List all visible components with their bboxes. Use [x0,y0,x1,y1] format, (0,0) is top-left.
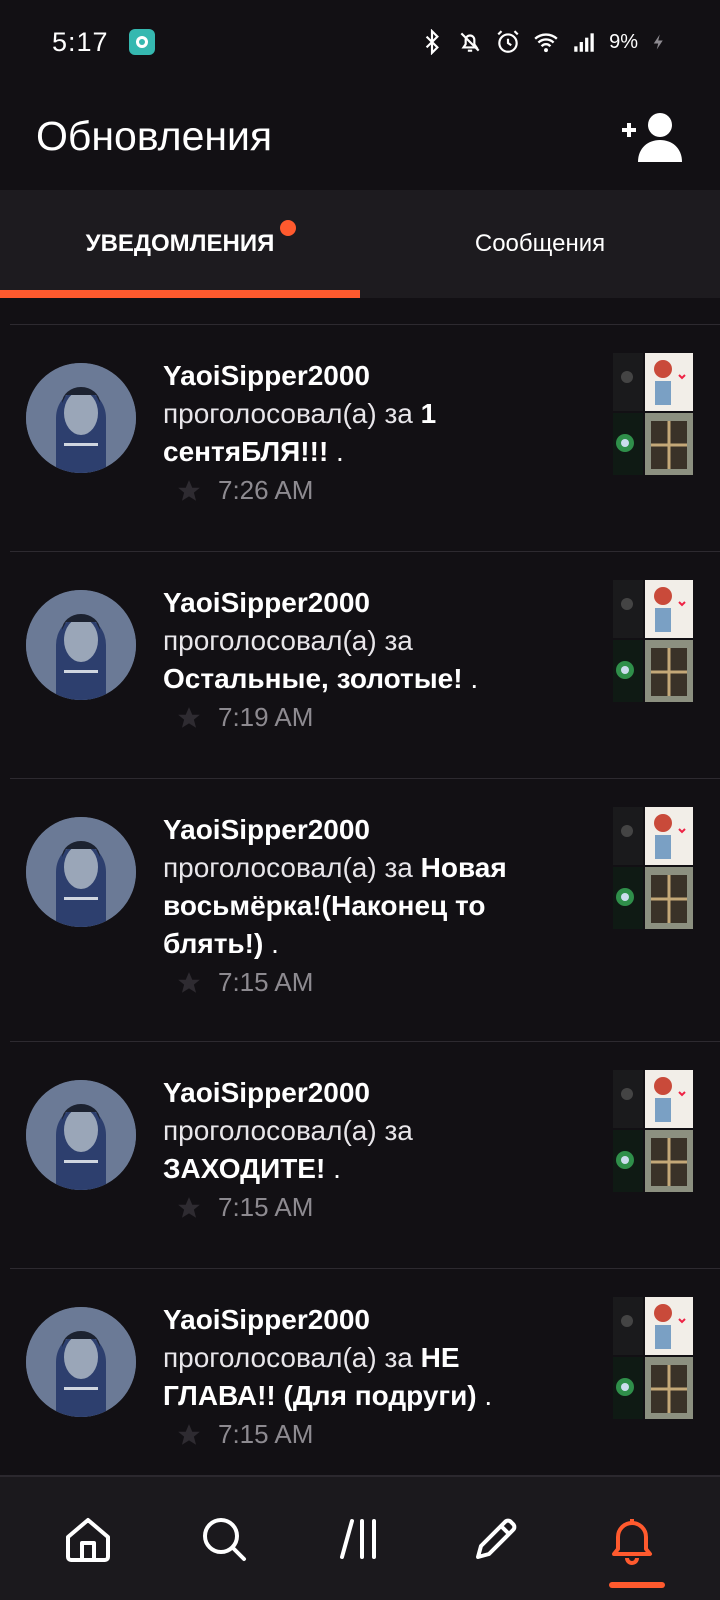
action-text: проголосовал(а) за [163,852,413,883]
tab-messages-label: Сообщения [474,230,606,257]
notification-item[interactable]: YaoiSipper2000 проголосовал(а) за Новая … [0,779,720,1041]
write-icon [476,1518,517,1559]
action-text: проголосовал(а) за [163,1115,413,1146]
notification-item[interactable]: YaoiSipper2000 проголосовал(а) за ЗАХОДИ… [0,1042,720,1268]
notification-item[interactable]: YaoiSipper2000 проголосовал(а) за НЕ ГЛА… [0,1269,720,1495]
star-icon [178,1423,200,1445]
notification-meta: 7:19 AM [176,702,313,733]
tab-notifications[interactable]: УВЕДОМЛЕНИЯ [0,190,360,298]
notification-text: YaoiSipper2000 проголосовал(а) за 1 сент… [163,357,573,471]
story-cover-thumbnail[interactable] [613,1297,693,1421]
avatar[interactable] [26,1307,136,1417]
story-title[interactable]: Остальные, золотые! [163,663,463,694]
username[interactable]: YaoiSipper2000 [163,584,573,622]
bell-off-icon [460,32,480,52]
timestamp: 7:19 AM [218,702,314,732]
text-suffix: . [462,663,479,694]
notification-meta: 7:15 AM [176,967,313,998]
bluetooth-icon [425,29,440,55]
battery-level: 9% [609,30,638,53]
status-time: 5:17 [52,26,109,57]
username[interactable]: YaoiSipper2000 [163,1074,573,1112]
search-icon [203,1517,246,1561]
star-icon [178,971,200,993]
header: Обновления [0,84,720,188]
home-icon [66,1517,110,1562]
tab-messages[interactable]: Сообщения [360,190,720,298]
story-cover-thumbnail[interactable] [613,807,693,931]
notification-text: YaoiSipper2000 проголосовал(а) за НЕ ГЛА… [163,1301,573,1415]
notification-item[interactable]: YaoiSipper2000 проголосовал(а) за 1 сент… [0,325,720,551]
library-icon [340,1518,376,1559]
avatar[interactable] [26,817,136,927]
text-suffix: . [328,436,344,467]
notification-text: YaoiSipper2000 проголосовал(а) за Новая … [163,811,573,963]
star-icon [178,706,200,728]
nav-notifications[interactable] [587,1494,677,1588]
status-icons: 9% [419,29,668,55]
username[interactable]: YaoiSipper2000 [163,357,573,395]
notification-list: YaoiSipper2000 проголосовал(а) за 1 сент… [0,324,720,1495]
action-text: проголосовал(а) за [163,1342,413,1373]
avatar[interactable] [26,363,136,473]
username[interactable]: YaoiSipper2000 [163,811,573,849]
active-nav-indicator [609,1581,665,1588]
add-user-button[interactable] [620,108,684,164]
notification-text: YaoiSipper2000 проголосовал(а) за Осталь… [163,584,573,698]
timestamp: 7:15 AM [218,1419,314,1449]
tab-bar: УВЕДОМЛЕНИЯ Сообщения [0,190,720,298]
star-icon [178,479,200,501]
action-text: проголосовал(а) за [163,625,413,656]
timestamp: 7:26 AM [218,475,314,505]
story-title[interactable]: ЗАХОДИТЕ! [163,1153,325,1184]
text-suffix: . [325,1153,341,1184]
nav-library[interactable] [315,1494,405,1584]
bottom-navigation [0,1475,720,1600]
unread-dot [280,220,296,236]
star-icon [178,1196,200,1218]
tab-notifications-label: УВЕДОМЛЕНИЯ [85,230,275,257]
alarm-icon [497,30,519,53]
add-user-icon [622,113,682,162]
app-notification-icon [128,29,155,55]
username[interactable]: YaoiSipper2000 [163,1301,573,1339]
active-tab-indicator [0,290,360,298]
story-cover-thumbnail[interactable] [613,1070,693,1194]
wifi-icon [534,33,558,53]
notification-meta: 7:15 AM [176,1419,313,1450]
action-text: проголосовал(а) за [163,398,413,429]
text-suffix: . [263,928,279,959]
story-cover-thumbnail[interactable] [613,580,693,704]
nav-search[interactable] [179,1494,269,1584]
text-suffix: . [476,1380,493,1411]
nav-home[interactable] [43,1494,133,1584]
notifications-bell-icon [612,1518,652,1565]
story-cover-thumbnail[interactable] [613,353,693,477]
notification-text: YaoiSipper2000 проголосовал(а) за ЗАХОДИ… [163,1074,573,1188]
avatar[interactable] [26,1080,136,1190]
page-title: Обновления [36,112,273,159]
notification-item[interactable]: YaoiSipper2000 проголосовал(а) за Осталь… [0,552,720,778]
nav-write[interactable] [451,1494,541,1584]
charging-icon [653,34,663,50]
avatar[interactable] [26,590,136,700]
notification-meta: 7:15 AM [176,1192,313,1223]
timestamp: 7:15 AM [218,1192,314,1222]
status-bar: 5:17 9% [0,0,720,84]
notification-meta: 7:26 AM [176,475,313,506]
timestamp: 7:15 AM [218,967,314,997]
signal-icon [574,33,594,52]
